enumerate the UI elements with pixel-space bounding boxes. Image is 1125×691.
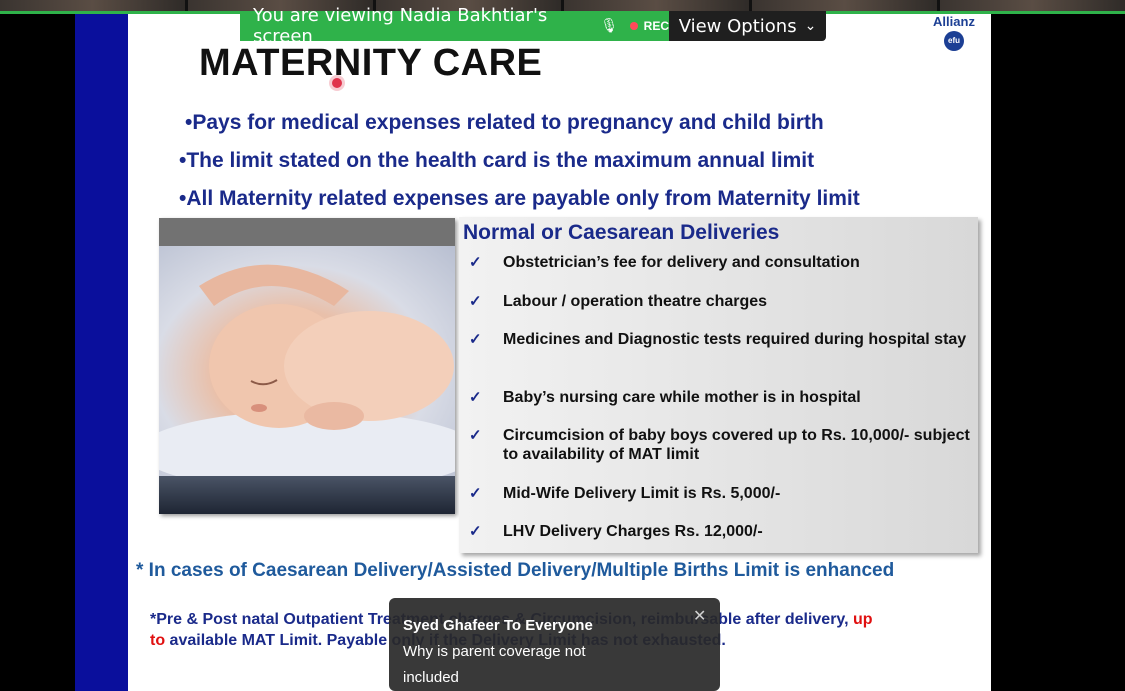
participant-thumbnail[interactable] [940, 0, 1125, 11]
baby-photo [159, 218, 455, 514]
allianz-logo: Allianz efu [917, 14, 991, 60]
check-icon: ✓ [469, 427, 482, 444]
screen-share-banner: You are viewing Nadia Bakhtiar's screen … [240, 5, 826, 47]
box-title: Normal or Caesarean Deliveries [463, 221, 780, 244]
check-icon: ✓ [469, 389, 482, 406]
slide-title: MATERNITY CARE [199, 42, 543, 84]
chat-message: Why is parent coverage not included [403, 643, 586, 686]
caesarean-note: * In cases of Caesarean Delivery/Assiste… [136, 560, 895, 581]
check-icon: ✓ [469, 254, 482, 271]
presenter-cursor [332, 78, 342, 88]
chevron-down-icon: ⌄ [804, 18, 817, 34]
deliveries-box: Normal or Caesarean Deliveries ✓ Obstetr… [459, 217, 978, 553]
chat-sender: Syed Ghafeer To Everyone [403, 617, 593, 634]
shared-slide: MATERNITY CARE Allianz efu •Pays for med… [75, 14, 991, 691]
view-options-button[interactable]: View Options ⌄ [669, 11, 826, 41]
rec-label: REC [643, 19, 669, 33]
rec-dot-icon [630, 22, 638, 30]
bullet-1: •Pays for medical expenses related to pr… [185, 111, 824, 134]
bullet-2: •The limit stated on the health card is … [179, 149, 815, 172]
check-icon: ✓ [469, 523, 482, 540]
viewing-text: You are viewing Nadia Bakhtiar's screen [253, 5, 548, 47]
muted-mic-icon: 🎙 [600, 18, 619, 34]
baby-image [159, 264, 455, 476]
logo-sub: efu [944, 31, 964, 51]
slide-side-bar [75, 14, 128, 691]
check-icon: ✓ [469, 331, 482, 348]
participant-thumbnail[interactable] [752, 0, 937, 11]
chat-notification[interactable]: ✕ Syed Ghafeer To Everyone Why is parent… [389, 598, 720, 691]
bullet-3: •All Maternity related expenses are paya… [179, 187, 860, 210]
close-icon[interactable]: ✕ [693, 606, 706, 626]
check-icon: ✓ [469, 485, 482, 502]
participant-thumbnail[interactable] [0, 0, 185, 11]
share-info: You are viewing Nadia Bakhtiar's screen … [240, 5, 669, 47]
check-icon: ✓ [469, 293, 482, 310]
logo-brand: Allianz [933, 14, 975, 29]
